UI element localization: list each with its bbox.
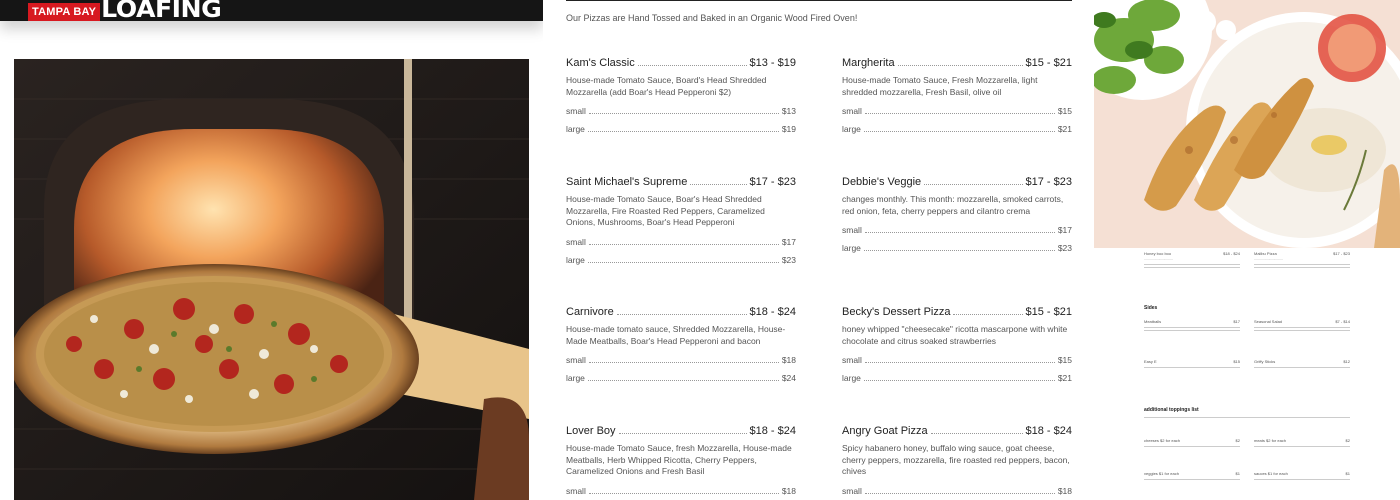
mini-menu-pizzas: Honey boo boo $18 - $24 .................… [1144, 251, 1350, 270]
menu-item: Saint Michael's Supreme $17 - $23 House-m… [566, 176, 796, 265]
item-description: House-made tomato sauce, Shredded Mozzar… [566, 324, 786, 346]
size-price: $17 [1057, 225, 1072, 235]
mini-item-name: veggies $1 for each [1144, 471, 1179, 476]
size-price: $19 [781, 124, 796, 134]
site-header: TAMPA BAY LOAFING [0, 0, 543, 21]
pizza-oven-photo [14, 59, 529, 500]
mini-item-price: $1 [1235, 471, 1240, 476]
mini-item-name: Griffy Sticks [1254, 359, 1276, 364]
item-price: $18 - $24 [749, 425, 796, 437]
item-name: Margherita [842, 57, 895, 69]
menu-item: Becky's Dessert Pizza $15 - $21 honey whi… [842, 306, 1072, 383]
menu-item: Angry Goat Pizza $18 - $24 Spicy habanero… [842, 425, 1072, 496]
item-description: changes monthly. This month: mozzarella,… [842, 194, 1064, 216]
pizza-menu: Our Pizzas are Hand Tossed and Baked in … [543, 0, 1094, 500]
item-price: $18 - $24 [1025, 425, 1072, 437]
item-description: Spicy habanero honey, buffalo wing sauce… [842, 443, 1070, 476]
size-price: $21 [1057, 373, 1072, 383]
size-price: $24 [781, 373, 796, 383]
item-description: House-made Tomato Sauce, Board's Head Sh… [566, 75, 767, 97]
mini-item-price: $2 [1235, 438, 1240, 443]
item-price: $17 - $23 [1025, 176, 1072, 188]
item-price: $15 - $21 [1025, 306, 1072, 318]
mini-item-name: Meatballs [1144, 319, 1162, 324]
size-label: large [566, 124, 585, 134]
menu-item: Lover Boy $18 - $24 House-made Tomato Sau… [566, 425, 796, 496]
item-name: Debbie's Veggie [842, 176, 922, 188]
item-description: honey whipped "cheesecake" ricotta masca… [842, 324, 1068, 346]
size-label: small [566, 355, 586, 365]
mini-menu-sides: Sides Meatballs $17 Seasonal Salad $7 - $1… [1144, 305, 1350, 370]
item-price: $13 - $19 [749, 57, 796, 69]
menu-item: Debbie's Veggie $17 - $23 changes monthly… [842, 176, 1072, 253]
mini-item-price: $7 - $14 [1335, 319, 1350, 324]
item-name: Carnivore [566, 306, 614, 318]
article-left-panel: TAMPA BAY LOAFING [0, 0, 543, 500]
site-logo[interactable]: TAMPA BAY LOAFING [28, 0, 222, 23]
size-price: $17 [781, 236, 796, 247]
item-name: Lover Boy [566, 425, 616, 437]
size-label: large [842, 124, 861, 134]
size-price: $18 [1057, 485, 1072, 496]
mini-item-name: Easy E [1144, 359, 1157, 364]
size-label: small [842, 355, 862, 365]
item-price: $17 - $23 [749, 176, 796, 188]
mini-item-name: Seasonal Salad [1254, 319, 1283, 324]
size-label: small [566, 106, 586, 116]
item-name: Becky's Dessert Pizza [842, 306, 951, 318]
mini-item-price: $15 [1233, 359, 1240, 364]
size-label: small [566, 236, 586, 247]
logo-badge: TAMPA BAY [28, 3, 101, 21]
size-label: large [842, 373, 861, 383]
menu-intro: Our Pizzas are Hand Tossed and Baked in … [566, 13, 858, 23]
menu-top-rule [566, 0, 1072, 1]
mini-item-price: $17 - $23 [1333, 251, 1350, 256]
size-label: large [566, 373, 585, 383]
size-price: $23 [1057, 243, 1072, 253]
page: TAMPA BAY LOAFING Our Pizzas are Hand To… [0, 0, 1400, 500]
mini-item-price: $12 [1343, 359, 1350, 364]
item-description: House-made Tomato Sauce, Boar's Head Shr… [566, 194, 765, 227]
item-description: House-made Tomato Sauce, fresh Mozzarell… [566, 443, 792, 476]
size-price: $23 [781, 254, 796, 265]
size-price: $18 [781, 355, 796, 365]
size-price: $18 [781, 485, 796, 496]
menu-item: Margherita $15 - $21 House-made Tomato Sa… [842, 57, 1072, 134]
size-label: small [842, 225, 862, 235]
size-label: small [842, 485, 862, 496]
mini-item-price: $18 - $24 [1223, 251, 1240, 256]
mini-item-price: $1 [1345, 471, 1350, 476]
mini-item-name: meats $2 for each [1254, 438, 1287, 443]
item-price: $18 - $24 [749, 306, 796, 318]
food-plate-photo [1094, 0, 1400, 248]
mini-toppings-title: additional toppings list [1144, 407, 1199, 413]
size-price: $13 [781, 106, 796, 116]
mini-sides-title: Sides [1144, 305, 1158, 311]
mini-item-name: cheeses $2 for each [1144, 438, 1181, 443]
menu-item: Carnivore $18 - $24 House-made tomato sau… [566, 306, 796, 383]
size-price: $21 [1057, 124, 1072, 134]
size-label: large [566, 254, 585, 265]
mini-item-price: $17 [1233, 319, 1240, 324]
size-price: $15 [1057, 355, 1072, 365]
size-label: small [566, 485, 586, 496]
size-price: $15 [1057, 106, 1072, 116]
item-price: $15 - $21 [1025, 57, 1072, 69]
logo-wordmark: LOAFING [101, 0, 222, 23]
size-label: large [842, 243, 861, 253]
item-name: Kam's Classic [566, 57, 635, 69]
mini-menu-toppings: additional toppings list cheeses $2 for … [1144, 407, 1350, 482]
item-name: Saint Michael's Supreme [566, 176, 688, 188]
item-name: Angry Goat Pizza [842, 425, 928, 437]
size-label: small [842, 106, 862, 116]
article-right-panel: Honey boo boo $18 - $24 .................… [1094, 0, 1400, 500]
item-description: House-made Tomato Sauce, Fresh Mozzarell… [842, 75, 1038, 97]
menu-item: Kam's Classic $13 - $19 House-made Tomato… [566, 57, 796, 134]
mini-item-name: sauces $1 for each [1254, 471, 1288, 476]
mini-item-price: $2 [1345, 438, 1350, 443]
